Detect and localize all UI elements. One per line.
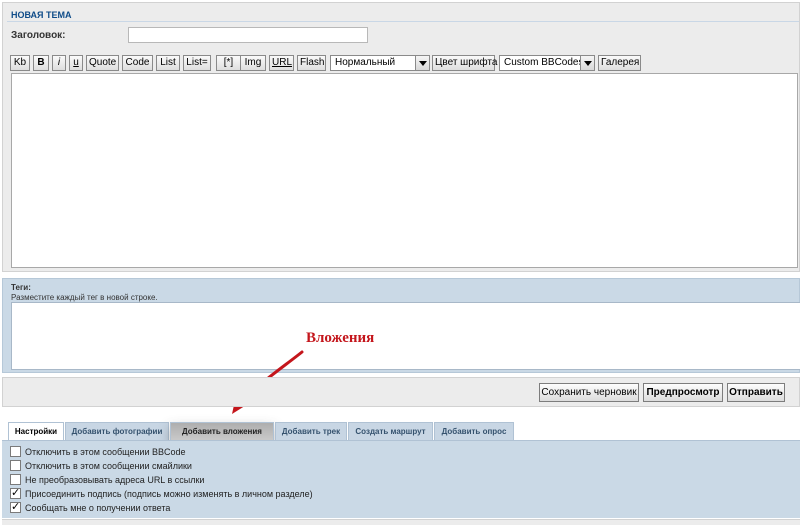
subject-input[interactable] xyxy=(128,27,368,43)
tab-add-attachments[interactable]: Добавить вложения xyxy=(170,422,274,440)
font-size-select[interactable]: Нормальный xyxy=(330,55,430,71)
kb-button[interactable]: Kb xyxy=(10,55,30,71)
tab-settings[interactable]: Настройки xyxy=(8,422,64,441)
tab-add-poll[interactable]: Добавить опрос xyxy=(434,422,514,440)
tab-create-route[interactable]: Создать маршрут xyxy=(348,422,433,440)
italic-button[interactable]: i xyxy=(52,55,66,71)
submit-button[interactable]: Отправить xyxy=(727,383,785,402)
img-button[interactable]: Img xyxy=(240,55,266,71)
chevron-down-icon xyxy=(580,56,594,70)
checkbox[interactable]: ✓ xyxy=(10,486,21,499)
tags-input[interactable] xyxy=(11,302,800,370)
custom-bbcodes-value: Custom BBCodes xyxy=(504,57,584,68)
quote-button[interactable]: Quote xyxy=(86,55,119,71)
custom-bbcodes-select[interactable]: Custom BBCodes xyxy=(499,55,595,71)
page-title: НОВАЯ ТЕМА xyxy=(11,10,72,20)
list-button[interactable]: List xyxy=(156,55,180,71)
checkbox[interactable] xyxy=(10,474,21,485)
tab-add-photos[interactable]: Добавить фотографии xyxy=(65,422,169,440)
actions-panel: Сохранить черновик Предпросмотр Отправит… xyxy=(2,377,800,407)
save-draft-button[interactable]: Сохранить черновик xyxy=(539,383,639,402)
checkbox[interactable] xyxy=(10,460,21,471)
check-icon: ✓ xyxy=(11,500,21,513)
preview-button[interactable]: Предпросмотр xyxy=(643,383,723,402)
flash-button[interactable]: Flash xyxy=(297,55,326,71)
bold-button[interactable]: B xyxy=(33,55,49,71)
font-color-button[interactable]: Цвет шрифта xyxy=(432,55,497,71)
tags-panel: Теги: Разместите каждый тег в новой стро… xyxy=(2,278,800,373)
options-panel: Отключить в этом сообщении BBCode Отключ… xyxy=(2,440,800,518)
underline-button[interactable]: u xyxy=(69,55,83,71)
message-editor[interactable] xyxy=(11,73,798,268)
checkbox[interactable]: ✓ xyxy=(10,500,21,513)
title-divider xyxy=(7,21,799,22)
ordered-list-button[interactable]: List= xyxy=(183,55,211,71)
list-item-button[interactable]: [*] xyxy=(216,55,241,71)
check-icon: ✓ xyxy=(11,486,21,499)
tab-add-track[interactable]: Добавить трек xyxy=(275,422,347,440)
font-size-value: Нормальный xyxy=(335,57,396,68)
code-button[interactable]: Code xyxy=(122,55,153,71)
chevron-down-icon xyxy=(415,56,429,70)
checkbox[interactable] xyxy=(10,446,21,457)
tags-label: Теги: xyxy=(11,283,31,292)
url-button[interactable]: URL xyxy=(269,55,294,71)
gallery-button[interactable]: Галерея xyxy=(598,55,641,71)
annotation-label: Вложения xyxy=(306,330,375,346)
bottom-strip xyxy=(2,519,800,525)
tags-hint: Разместите каждый тег в новой строке. xyxy=(11,293,158,302)
subject-label: Заголовок: xyxy=(11,30,66,41)
